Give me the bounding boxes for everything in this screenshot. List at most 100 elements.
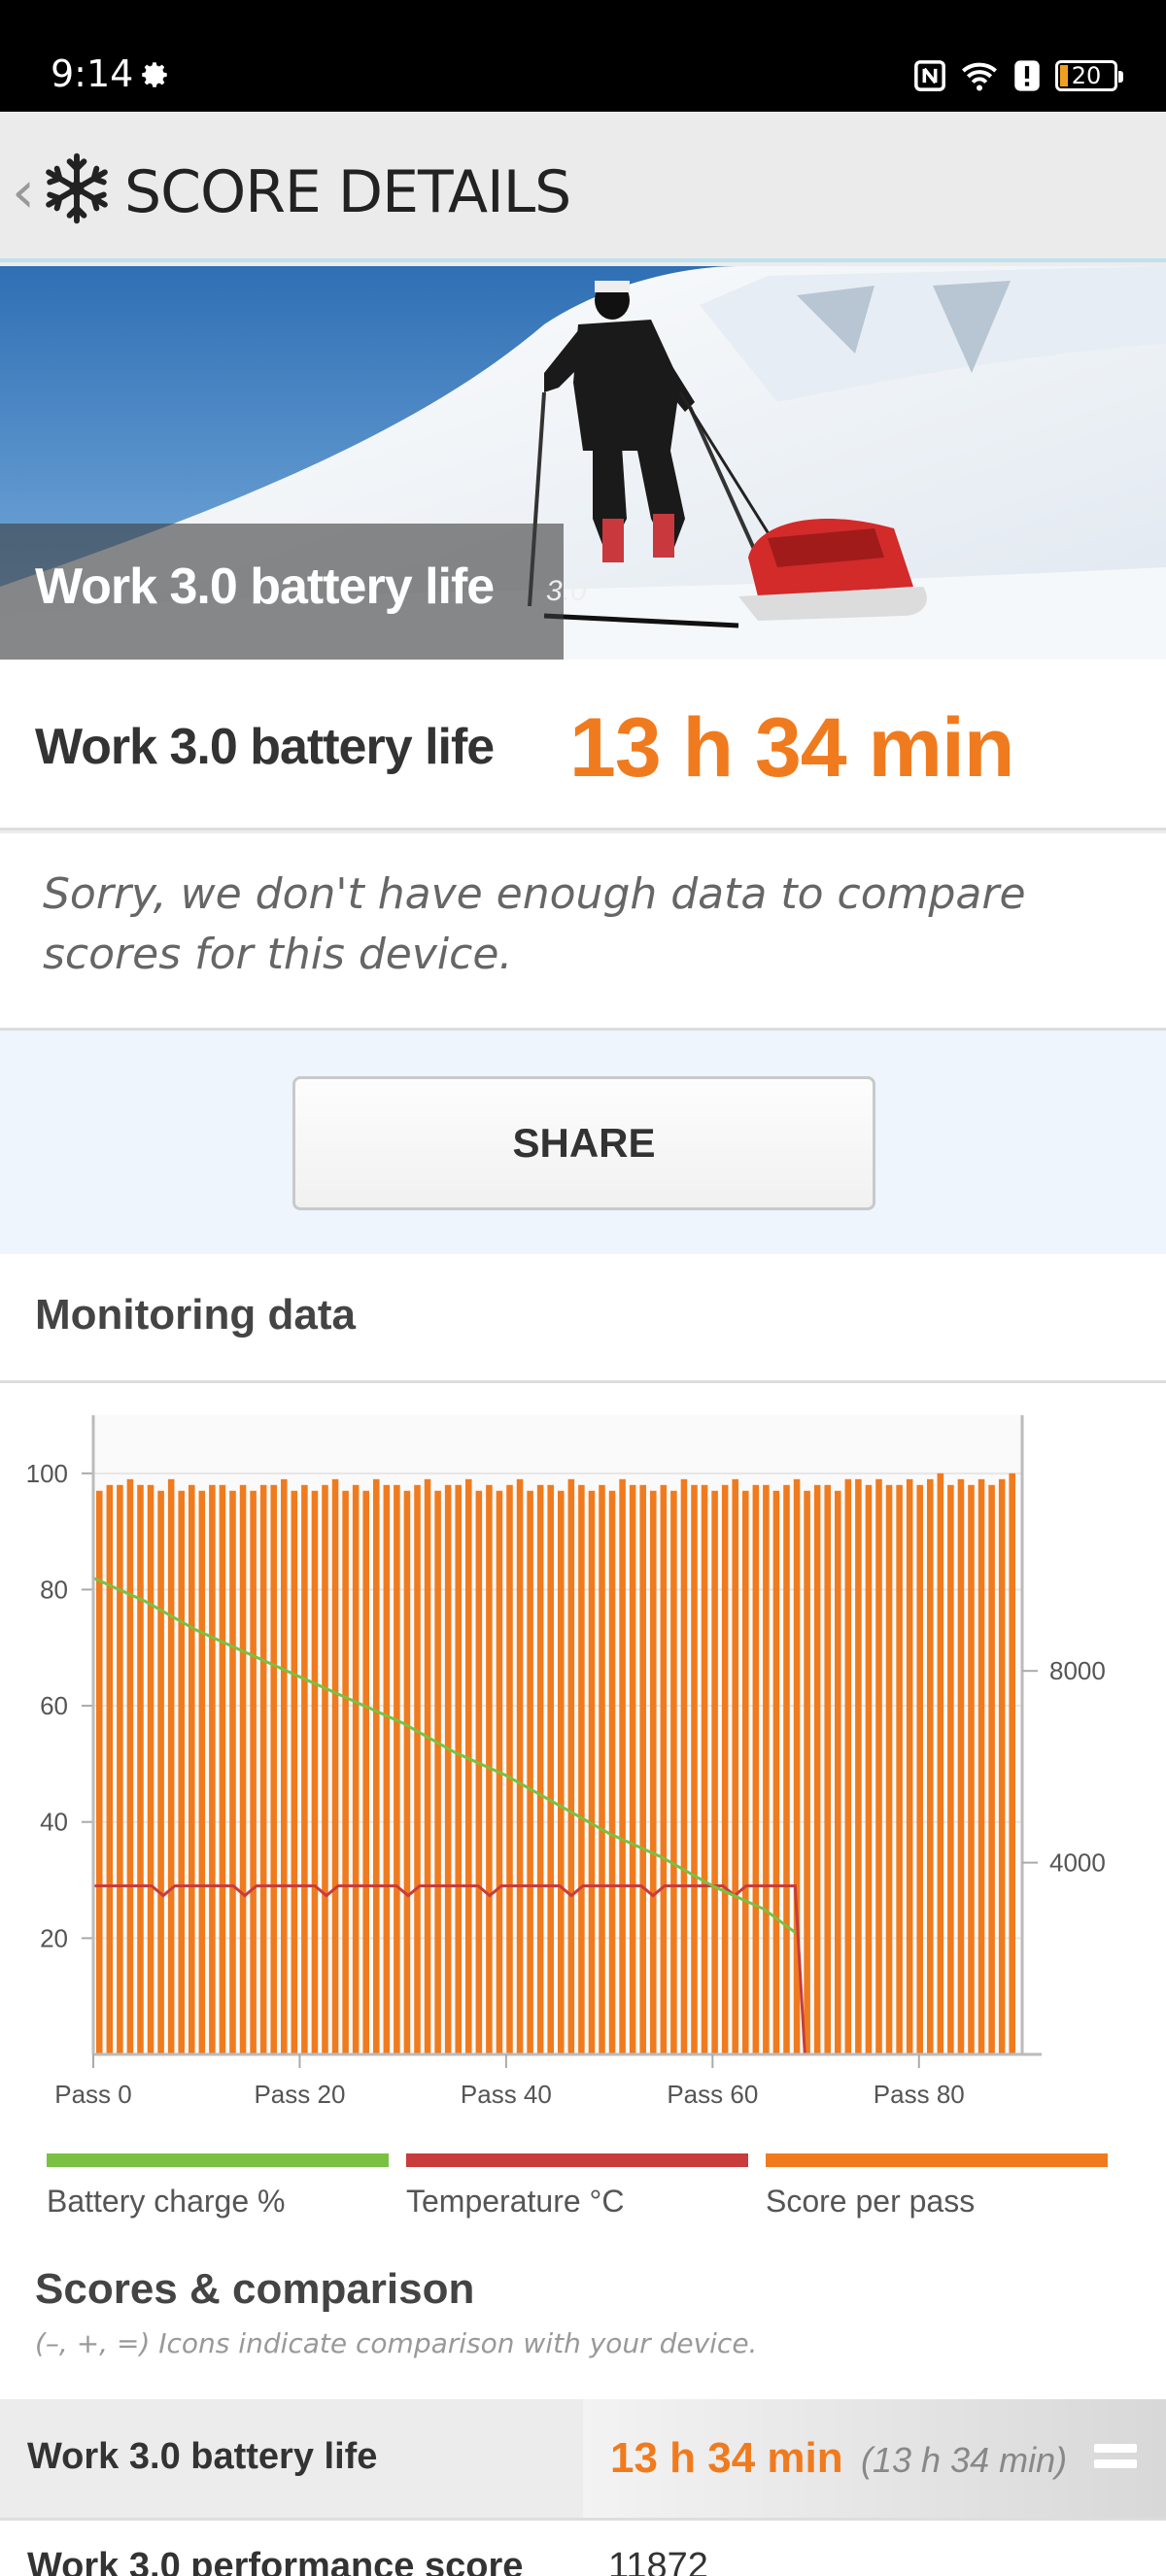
score-bar — [106, 1484, 114, 2054]
score-bar — [414, 1484, 421, 2054]
score-bar — [147, 1484, 154, 2054]
score-bar — [167, 1478, 175, 2054]
score-bar — [988, 1484, 995, 2054]
score-bar — [937, 1473, 944, 2054]
score-bar — [96, 1490, 103, 2054]
share-area: SHARE — [0, 1031, 1166, 1254]
score-bar — [558, 1490, 565, 2054]
legend-swatch — [406, 2153, 748, 2167]
scores-title: Scores & comparison — [35, 2265, 475, 2313]
legend-swatch — [766, 2153, 1108, 2167]
monitoring-card: Monitoring data 20 40 60 80 100 4000 8000 Pass … — [0, 1254, 1166, 2400]
score-bar — [813, 1484, 821, 2054]
score-bar — [927, 1478, 934, 2054]
score-bar — [259, 1484, 267, 2054]
y-tick-label: 20 — [40, 1923, 68, 1952]
x-tick-label: Pass 0 — [54, 2080, 132, 2109]
score-bar — [670, 1490, 677, 2054]
score-bar — [536, 1484, 544, 2054]
hero-caption: Work 3.0 battery life — [35, 559, 495, 615]
score-bar — [567, 1478, 575, 2054]
score-bar — [968, 1484, 975, 2054]
nfc-icon — [914, 60, 945, 91]
score-row-label: Work 3.0 battery life — [27, 2436, 378, 2477]
score-bar — [1009, 1473, 1015, 2054]
score-bar — [547, 1484, 554, 2054]
score-bar — [896, 1484, 903, 2054]
score-bar — [281, 1478, 288, 2054]
legend-swatch — [47, 2153, 389, 2167]
score-bar — [403, 1490, 411, 2054]
score-bar — [844, 1478, 852, 2054]
battery-icon: 20 — [1055, 60, 1123, 91]
score-bar — [444, 1484, 452, 2054]
battery-level: 20 — [1071, 62, 1102, 89]
legend-label: Temperature °C — [406, 2184, 624, 2219]
notice-text: Sorry, we don't have enough data to comp… — [43, 869, 1026, 979]
y-tick-label: 60 — [40, 1691, 68, 1720]
score-row-label: Work 3.0 performance score — [27, 2546, 524, 2576]
score-bar — [516, 1478, 524, 2054]
result-row: Work 3.0 battery life 13 h 34 min — [0, 660, 1166, 830]
score-bar — [209, 1484, 216, 2054]
score-bar — [599, 1484, 605, 2054]
score-bar — [998, 1478, 1006, 2054]
score-bar — [721, 1484, 729, 2054]
score-bar — [578, 1484, 585, 2054]
score-bar — [322, 1484, 328, 2054]
score-bar — [229, 1490, 236, 2054]
x-tick-label: Pass 80 — [874, 2080, 965, 2109]
score-bar — [352, 1484, 360, 2054]
gear-icon — [142, 62, 167, 87]
alert-icon — [1014, 60, 1040, 91]
x-tick-label: Pass 60 — [667, 2080, 758, 2109]
chevron-left-icon[interactable]: ‹ — [12, 158, 35, 226]
wifi-icon — [962, 62, 997, 91]
score-bar — [219, 1484, 226, 2054]
score-bar — [619, 1478, 626, 2054]
score-bar — [506, 1484, 513, 2054]
score-bar — [835, 1490, 841, 2054]
score-bar — [650, 1490, 657, 2054]
score-bar — [977, 1478, 985, 2054]
score-bar — [189, 1484, 195, 2054]
score-bar — [732, 1478, 738, 2054]
score-row-value: 13 h 34 min — [610, 2434, 843, 2482]
share-button[interactable]: SHARE — [292, 1076, 875, 1210]
result-label: Work 3.0 battery life — [35, 719, 495, 775]
score-bar — [362, 1490, 369, 2054]
result-value: 13 h 34 min — [569, 701, 1014, 795]
status-bar: 9:14 20 — [0, 0, 1166, 112]
score-row-performance[interactable]: Work 3.0 performance score 11872 — [0, 2518, 1166, 2576]
y2-tick-label: 8000 — [1049, 1656, 1106, 1685]
score-bar — [763, 1484, 770, 2054]
y2-tick-label: 4000 — [1049, 1848, 1106, 1878]
score-bar — [608, 1490, 616, 2054]
score-bar — [291, 1490, 298, 2054]
legend-label: Battery charge % — [47, 2184, 285, 2219]
score-bar — [701, 1484, 708, 2054]
score-row-compare: (13 h 34 min) — [861, 2440, 1068, 2480]
y-tick-label: 40 — [40, 1808, 68, 1837]
x-tick-label: Pass 20 — [254, 2080, 345, 2109]
hero-banner: Work 3.0 battery life 3.0 — [0, 266, 1166, 660]
score-bar — [301, 1484, 308, 2054]
legend-label: Score per pass — [766, 2184, 975, 2219]
score-bar — [865, 1484, 873, 2054]
score-bar — [916, 1484, 923, 2054]
score-bar — [742, 1490, 749, 2054]
score-row-battery-life[interactable]: Work 3.0 battery life 13 h 34 min (13 h … — [0, 2399, 1166, 2518]
score-bar — [855, 1478, 862, 2054]
y-tick-label: 100 — [26, 1459, 68, 1488]
score-bar — [394, 1484, 400, 2054]
score-bar — [126, 1478, 134, 2054]
score-bar — [783, 1484, 790, 2054]
score-bar — [465, 1478, 472, 2054]
score-bar — [475, 1490, 483, 2054]
x-tick-label: Pass 40 — [461, 2080, 552, 2109]
score-bar — [711, 1490, 718, 2054]
score-bar — [906, 1478, 913, 2054]
score-bar — [198, 1490, 206, 2054]
score-bar — [639, 1484, 646, 2054]
score-bar — [660, 1484, 668, 2054]
